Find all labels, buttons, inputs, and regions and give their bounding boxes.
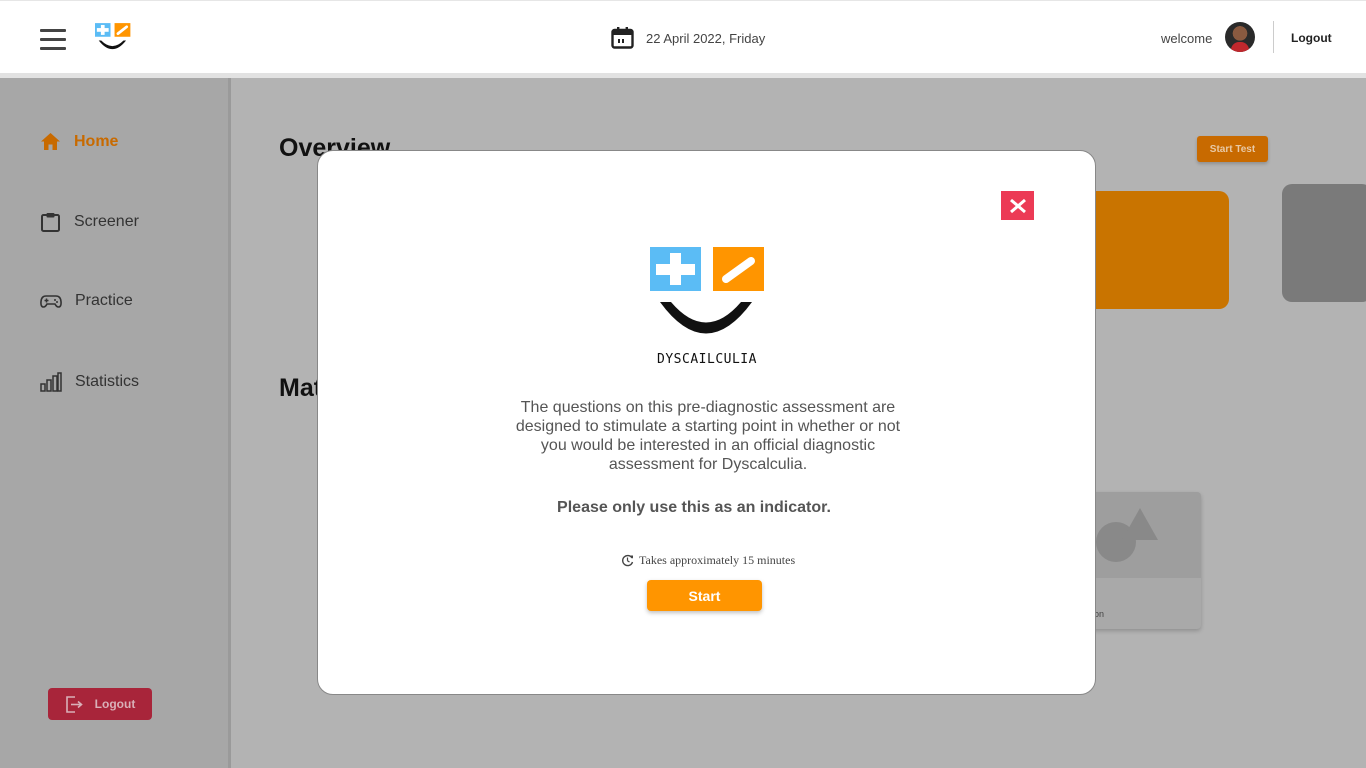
- date-text: 22 April 2022, Friday: [646, 30, 766, 46]
- top-bar: 22 April 2022, Friday welcome Logout: [0, 0, 1366, 73]
- header-divider: [1273, 21, 1274, 53]
- avatar[interactable]: [1225, 22, 1255, 52]
- sidebar-item-screener[interactable]: Screener: [40, 212, 139, 232]
- logout-icon: [65, 695, 83, 713]
- sidebar-item-label: Screener: [74, 213, 139, 230]
- sidebar-logout-button[interactable]: Logout: [48, 688, 152, 720]
- duration-text: Takes approximately 15 minutes: [639, 553, 796, 567]
- sidebar-item-home[interactable]: Home: [40, 132, 118, 151]
- logo-wordmark: DYSCAILCULIA: [657, 352, 757, 367]
- clock-refresh-icon: [622, 554, 634, 567]
- date-display: 22 April 2022, Friday: [611, 27, 765, 49]
- close-icon: [1009, 198, 1026, 213]
- calendar-icon: [611, 27, 634, 49]
- sidebar-logout-label: Logout: [94, 697, 136, 711]
- summary-card-grey: [1282, 184, 1366, 302]
- duration-info: Takes approximately 15 minutes: [621, 553, 795, 568]
- sidebar-item-label: Practice: [75, 292, 133, 309]
- app-logo: [95, 23, 131, 50]
- assessment-modal: DYSCAILCULIA The questions on this pre-d…: [317, 150, 1096, 695]
- hamburger-menu-icon[interactable]: [40, 29, 66, 51]
- start-button[interactable]: Start: [647, 580, 762, 611]
- sidebar: Home Screener Practice Statistics Logout: [0, 78, 231, 768]
- header-logout-link[interactable]: Logout: [1291, 31, 1332, 45]
- gamepad-icon: [40, 295, 62, 308]
- bar-chart-icon: [40, 372, 62, 392]
- home-icon: [41, 133, 60, 150]
- sidebar-item-statistics[interactable]: Statistics: [40, 372, 139, 392]
- welcome-text: welcome: [1161, 31, 1213, 46]
- indicator-note: Please only use this as an indicator.: [557, 499, 831, 516]
- section-title: Mat: [279, 374, 323, 402]
- sidebar-item-label: Home: [74, 132, 119, 150]
- dyscalculia-logo: [650, 247, 764, 334]
- close-button[interactable]: [1001, 191, 1034, 220]
- assessment-description: The questions on this pre-diagnostic ass…: [515, 399, 901, 473]
- sidebar-item-practice[interactable]: Practice: [40, 292, 133, 310]
- clipboard-icon: [41, 213, 60, 232]
- sidebar-item-label: Statistics: [75, 373, 140, 390]
- start-test-button[interactable]: Start Test: [1197, 136, 1268, 162]
- shapes-icon: [1096, 508, 1158, 562]
